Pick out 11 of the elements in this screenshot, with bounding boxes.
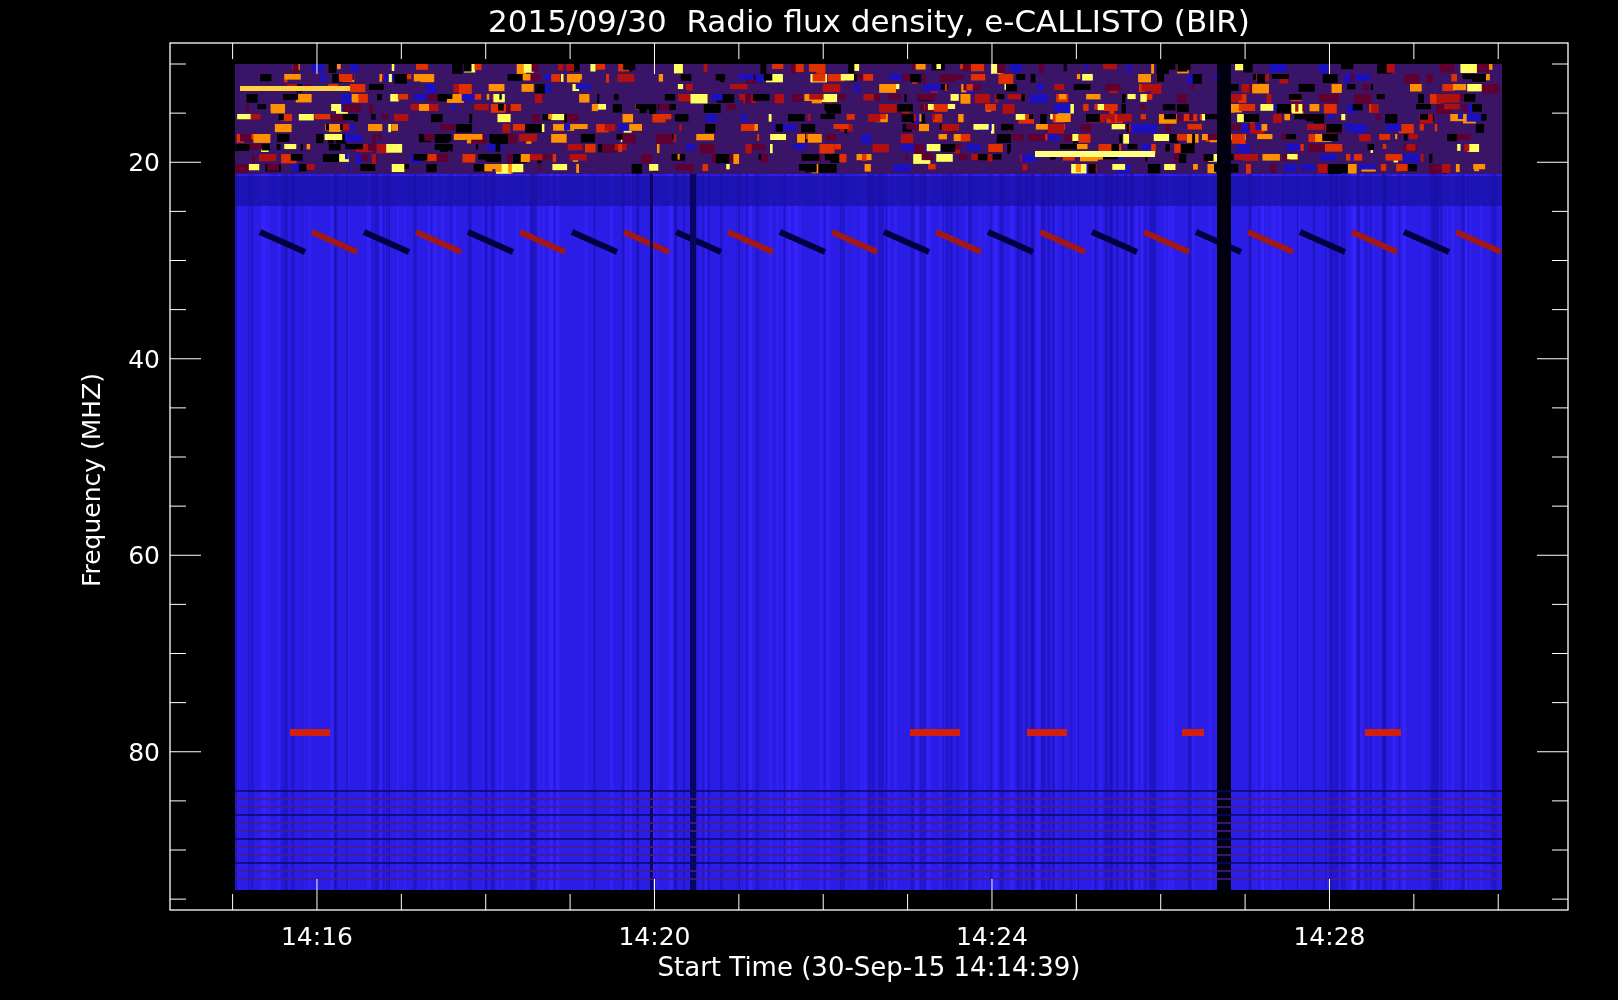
x-tick-label: 14:24 bbox=[956, 922, 1028, 951]
y-axis-label: Frequency (MHZ) bbox=[77, 372, 106, 588]
x-tick-label: 14:28 bbox=[1293, 922, 1366, 951]
y-tick-label: 20 bbox=[128, 148, 160, 177]
y-tick-label: 60 bbox=[128, 541, 160, 570]
chart-title: 2015/09/30 Radio flux density, e-CALLISTO (BIR) bbox=[488, 3, 1250, 39]
y-tick-label: 40 bbox=[128, 344, 160, 374]
x-tick-label: 14:20 bbox=[618, 922, 691, 951]
x-tick-label: 14:16 bbox=[281, 922, 353, 951]
x-axis-label: Start Time (30-Sep-15 14:14:39) bbox=[657, 952, 1081, 982]
y-tick-label: 80 bbox=[128, 737, 160, 767]
